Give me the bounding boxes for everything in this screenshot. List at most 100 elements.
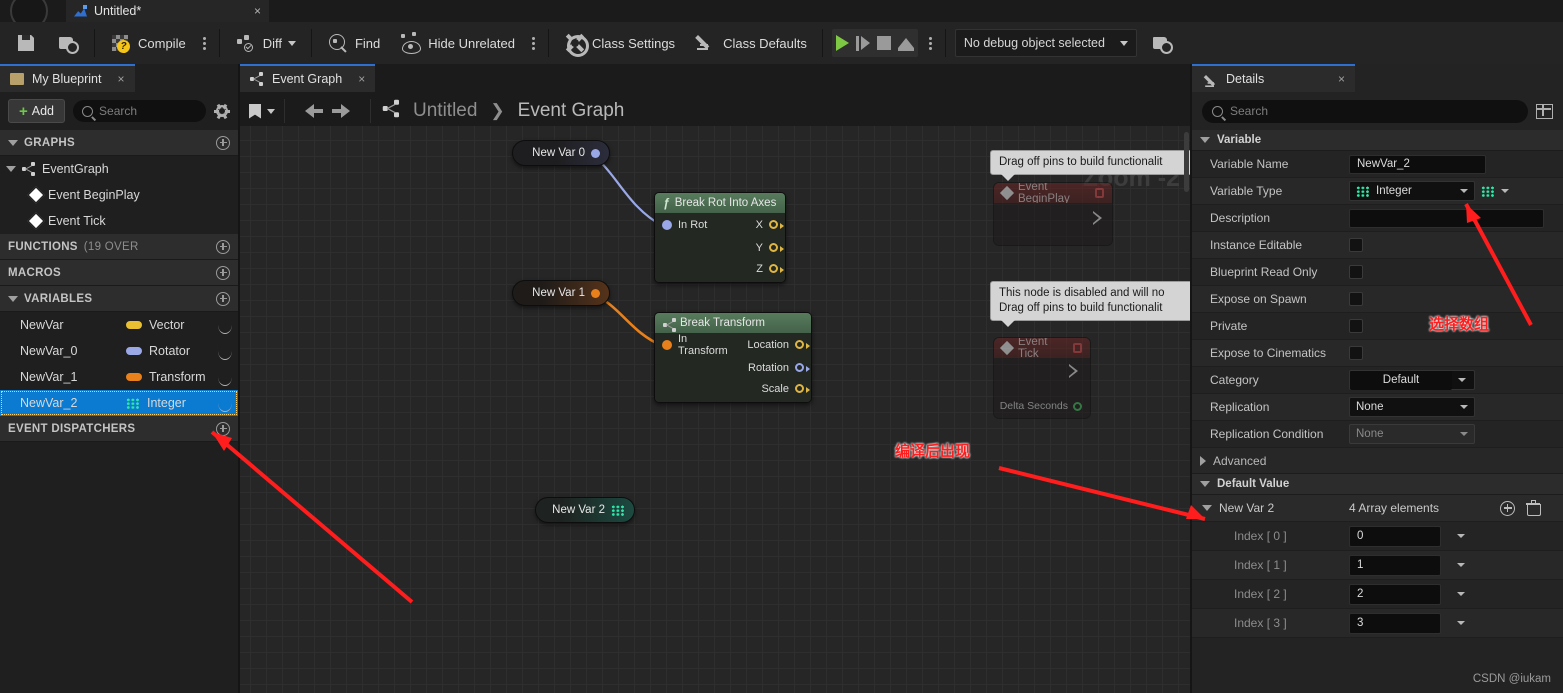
save-button[interactable] [9,29,43,57]
details-search-input[interactable]: Search [1202,99,1528,123]
compile-button[interactable]: ? Compile [104,29,192,57]
column-settings-icon[interactable] [1536,103,1553,119]
pin-rotation[interactable]: Rotation [655,356,811,379]
array-element-options-icon[interactable] [1457,592,1465,596]
replication-select[interactable]: None [1349,397,1475,417]
expose-to-cinematics-checkbox[interactable] [1349,346,1363,360]
array-element-options-icon[interactable] [1457,621,1465,625]
play-icon[interactable] [835,35,849,51]
rotation-output-pin[interactable] [795,363,810,372]
description-field[interactable] [1349,208,1544,228]
hide-unrelated-options-button[interactable] [529,36,539,50]
node-get-new-var-0[interactable]: New Var 0 [512,140,610,166]
close-icon[interactable]: × [358,72,365,86]
transform-output-pin[interactable] [591,288,600,298]
array-value-1-field[interactable]: 1 [1349,554,1441,576]
variable-row-newvar[interactable]: NewVar Vector [0,312,238,338]
add-function-button[interactable] [216,239,230,254]
breakpoint-icon[interactable] [1094,188,1104,198]
y-output-pin[interactable] [769,243,784,252]
expose-on-spawn-checkbox[interactable] [1349,292,1363,306]
container-type-icon[interactable] [1481,185,1495,197]
tree-item-event-beginplay[interactable]: Event BeginPlay [0,182,238,208]
step-icon[interactable] [855,35,870,51]
variable-row-newvar-1[interactable]: NewVar_1 Transform [0,364,238,390]
chevron-down-icon[interactable] [6,166,16,172]
node-break-transform[interactable]: Break Transform In Transform Location Ro… [654,312,812,403]
node-break-rot-into-axes[interactable]: ƒ Break Rot Into Axes In Rot X Y Z [654,192,786,283]
tab-my-blueprint[interactable]: My Blueprint × [0,64,135,92]
add-array-element-button[interactable] [1500,500,1515,516]
hide-unrelated-button[interactable]: Hide Unrelated [394,29,521,57]
node-get-new-var-1[interactable]: New Var 1 [512,280,610,306]
bookmark-button[interactable] [240,92,284,130]
exec-output-pin[interactable] [1069,364,1078,378]
blueprint-read-only-checkbox[interactable] [1349,265,1363,279]
close-icon[interactable]: × [1338,72,1345,86]
integer-array-output-pin[interactable] [611,504,625,516]
array-value-0-field[interactable]: 0 [1349,525,1441,547]
tab-event-graph[interactable]: Event Graph × [240,64,376,92]
clear-array-button[interactable] [1526,500,1541,516]
node-event-beginplay[interactable]: Event BeginPlay [993,182,1113,246]
x-output-pin[interactable] [769,220,784,229]
graph-vertical-scrollbar[interactable] [1183,126,1190,693]
array-value-2-field[interactable]: 2 [1349,583,1441,605]
pin-scale[interactable]: Scale [655,379,811,402]
add-graph-button[interactable] [216,135,230,150]
debug-object-select[interactable]: No debug object selected [954,29,1137,57]
delta-seconds-output-pin[interactable] [1073,401,1082,411]
tab-details[interactable]: Details × [1192,64,1355,92]
pin-in-rot[interactable]: In Rot X [655,213,785,236]
category-advanced[interactable]: Advanced [1192,448,1563,474]
section-graphs[interactable]: GRAPHS [0,130,238,156]
array-element-options-icon[interactable] [1457,563,1465,567]
section-variables[interactable]: VARIABLES [0,286,238,312]
chevron-down-icon[interactable] [1202,505,1212,511]
section-functions[interactable]: FUNCTIONS (19 OVER [0,234,238,260]
array-value-3-field[interactable]: 3 [1349,612,1441,634]
browse-button[interactable] [51,29,85,57]
rotator-output-pin[interactable] [591,148,600,158]
container-type-chevron-down-icon[interactable] [1501,189,1509,193]
class-settings-button[interactable]: Class Settings [558,29,681,57]
scale-output-pin[interactable] [795,384,810,393]
graph-canvas[interactable]: Zoom -2 New Var 0 New Var 1 New Var 2 ƒ … [240,126,1190,693]
category-default-value[interactable]: Default Value [1192,474,1563,495]
node-event-tick[interactable]: Event Tick Delta Seconds [993,337,1091,419]
class-defaults-button[interactable]: Class Defaults [689,29,813,57]
node-get-new-var-2[interactable]: New Var 2 [535,497,635,523]
pin-y[interactable]: Y [655,236,785,259]
category-variable[interactable]: Variable [1192,130,1563,151]
forward-button[interactable] [332,92,370,130]
exec-output-pin[interactable] [1093,211,1102,225]
z-output-pin[interactable] [769,264,784,273]
private-checkbox[interactable] [1349,319,1363,333]
document-tab-untitled[interactable]: Untitled* × [66,0,269,22]
pin-in-transform[interactable]: In Transform Location [655,333,811,357]
my-blueprint-search-input[interactable]: Search [73,100,206,122]
add-event-dispatcher-button[interactable] [216,421,230,436]
variable-type-select[interactable]: Integer [1349,181,1475,201]
find-button[interactable]: Find [321,29,386,57]
section-event-dispatchers[interactable]: EVENT DISPATCHERS [0,416,238,442]
gear-icon[interactable] [214,103,230,119]
variable-name-field[interactable]: NewVar_2 [1349,154,1486,174]
breakpoint-icon[interactable] [1072,343,1082,353]
tree-item-eventgraph[interactable]: EventGraph [0,156,238,182]
close-icon[interactable]: × [254,4,261,18]
chevron-down-icon[interactable] [287,40,296,46]
add-macro-button[interactable] [216,265,230,280]
diff-button[interactable]: Diff [229,29,302,57]
category-select[interactable]: Default [1349,370,1475,390]
add-variable-button[interactable] [216,291,230,306]
back-button[interactable] [285,92,332,130]
variable-row-newvar-0[interactable]: NewVar_0 Rotator [0,338,238,364]
array-element-options-icon[interactable] [1457,534,1465,538]
close-icon[interactable]: × [117,72,124,86]
breadcrumb-root[interactable]: Untitled [409,100,481,122]
pin-z[interactable]: Z [655,259,785,282]
section-macros[interactable]: MACROS [0,260,238,286]
debug-browse-button[interactable] [1145,29,1179,57]
play-options-button[interactable] [926,36,936,50]
